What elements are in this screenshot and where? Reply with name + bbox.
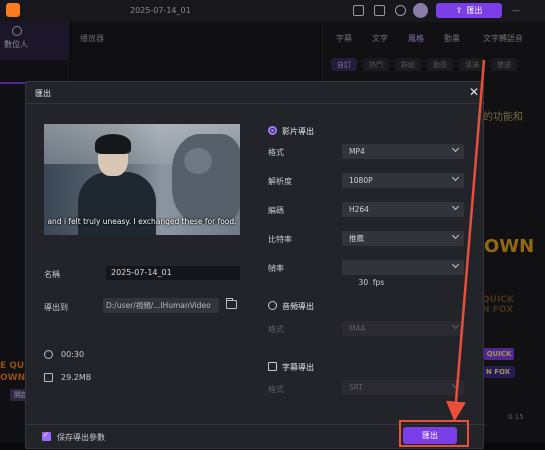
upload-icon: ⇪ [455, 6, 463, 15]
app-logo [6, 3, 20, 17]
file-size-icon [44, 373, 53, 382]
audio-export-label: 音頻導出 [282, 302, 314, 311]
resolution-label: 解析度 [268, 177, 292, 186]
name-label: 名稱 [44, 270, 60, 279]
name-input[interactable]: 2025-07-14_01 [106, 266, 240, 280]
folder-icon[interactable] [226, 298, 237, 309]
audio-format-value: M4A [349, 324, 366, 333]
codec-value: H264 [349, 205, 369, 214]
bitrate-select[interactable]: 推薦 [342, 231, 464, 246]
video-format-select[interactable]: MP4 [342, 144, 464, 159]
chat-icon[interactable] [353, 5, 364, 16]
frame-rate-value: 30 fps [358, 278, 385, 287]
codec-select[interactable]: H264 [342, 202, 464, 217]
subtitle-export-checkbox[interactable] [268, 362, 277, 371]
chevron-down-icon [451, 380, 460, 389]
preview-statue-head [184, 148, 212, 174]
frame-rate-label: 幀率 [268, 264, 284, 273]
video-format-value: MP4 [349, 147, 365, 156]
clock-icon [44, 350, 53, 359]
chevron-down-icon [451, 173, 460, 182]
preview-person-hair [95, 134, 131, 154]
video-export-radio[interactable] [268, 126, 277, 135]
subtitle-format-value: SRT [349, 383, 364, 392]
audio-export-radio[interactable] [268, 301, 277, 310]
frame-rate-select[interactable]: 30 fps [342, 260, 464, 287]
top-export-label: 匯出 [466, 6, 483, 15]
audio-format-select[interactable]: M4A [342, 321, 464, 336]
chevron-down-icon [451, 202, 460, 211]
export-button-highlight [399, 420, 469, 447]
save-params-checkbox[interactable] [42, 431, 51, 441]
subtitle-format-label: 格式 [268, 385, 284, 394]
user-avatar[interactable] [413, 3, 428, 18]
audio-format-label: 格式 [268, 325, 284, 334]
duration-value: 00:30 [61, 350, 85, 359]
video-format-label: 格式 [268, 148, 284, 157]
resolution-value: 1080P [349, 176, 373, 185]
codec-label: 編碼 [268, 206, 284, 215]
video-preview: and i felt truly uneasy. I exchanged the… [44, 124, 240, 235]
document-title: 2025-07-14_01 [130, 6, 191, 15]
close-icon[interactable]: ✕ [469, 86, 479, 98]
save-params-label: 保存導出參數 [57, 433, 105, 442]
export-dialog: 匯出 ✕ and i felt truly uneasy. I exchange… [25, 81, 485, 449]
subtitle-format-select[interactable]: SRT [342, 380, 464, 395]
dialog-header: 匯出 ✕ [26, 82, 485, 104]
file-size-value: 29.2MB [61, 373, 92, 382]
chevron-down-icon [451, 231, 460, 240]
top-export-button[interactable]: ⇪ 匯出 [436, 3, 502, 18]
minimize-icon[interactable]: — [512, 6, 520, 15]
chevron-down-icon [451, 260, 460, 269]
subtitle-export-label: 字幕導出 [282, 363, 314, 372]
export-to-label: 導出到 [44, 303, 68, 312]
download-icon[interactable] [395, 5, 406, 16]
bitrate-label: 比特率 [268, 235, 292, 244]
export-path-input[interactable]: D:/user/視頻/...IHumanVideo [103, 298, 219, 313]
preview-subtitle: and i felt truly uneasy. I exchanged the… [47, 217, 237, 226]
feedback-icon[interactable] [374, 5, 385, 16]
preview-statue [172, 134, 240, 224]
top-bar: 2025-07-14_01 ⇪ 匯出 — [0, 0, 545, 22]
bitrate-value: 推薦 [349, 234, 364, 243]
resolution-select[interactable]: 1080P [342, 173, 464, 188]
chevron-down-icon [451, 144, 460, 153]
video-export-label: 影片導出 [282, 127, 314, 136]
chevron-down-icon [451, 321, 460, 330]
dialog-title: 匯出 [35, 89, 51, 98]
